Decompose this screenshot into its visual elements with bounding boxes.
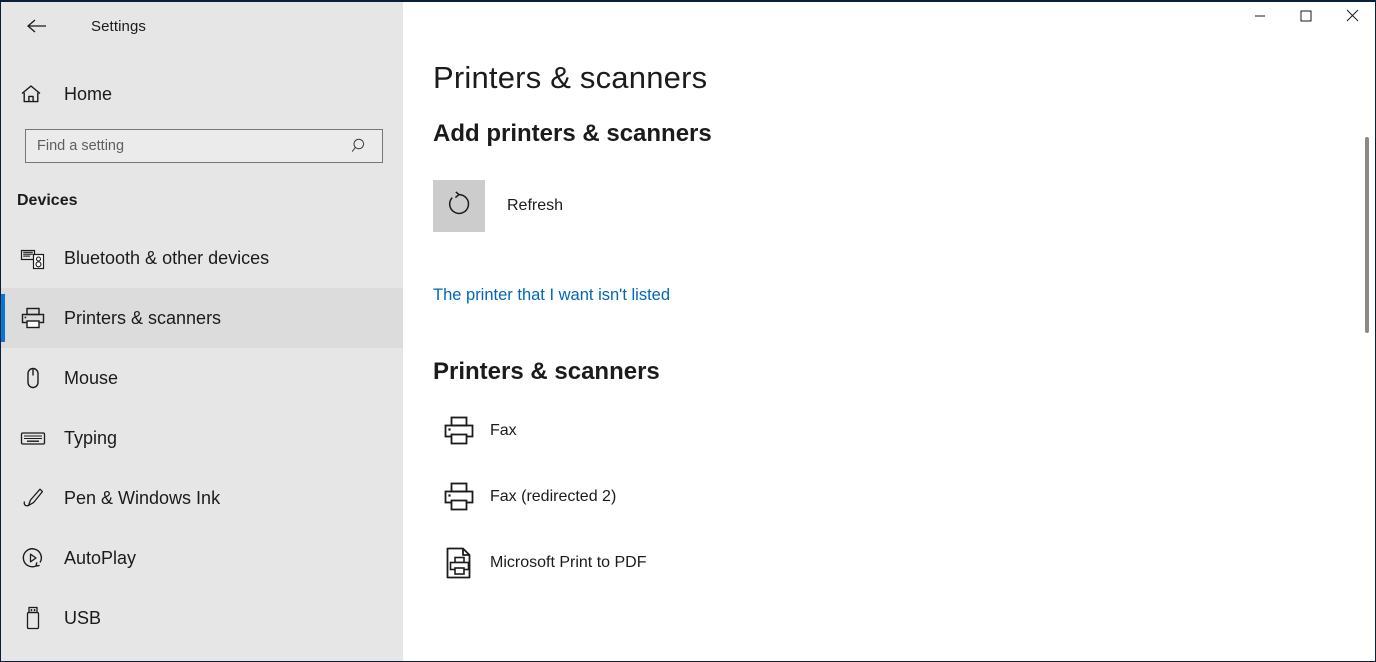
sidebar-item-label: Printers & scanners [64,307,222,328]
minimize-icon [1254,9,1266,27]
close-button[interactable] [1329,2,1375,34]
sidebar-item-label: Mouse [64,367,119,388]
keyboard-icon [20,426,50,450]
sidebar-item-typing[interactable]: Typing [1,408,403,468]
printer-icon [20,306,50,330]
printer-list-item[interactable]: Fax [433,398,537,464]
minimize-button[interactable] [1237,2,1283,34]
autoplay-icon [20,546,50,570]
refresh-button[interactable]: Refresh [433,180,563,232]
pen-icon [20,486,50,510]
sidebar-item-usb[interactable]: USB [1,588,403,648]
printer-not-listed-link[interactable]: The printer that I want isn't listed [433,286,670,305]
sidebar-item-label: Typing [64,427,118,448]
scrollbar-thumb[interactable] [1365,137,1369,333]
printer-name: Fax (redirected 2) [490,488,617,505]
usb-icon [20,606,50,630]
page-title: Printers & scanners [433,60,708,95]
printer-list-item[interactable]: Fax (redirected 2) [433,464,636,530]
refresh-label: Refresh [507,197,564,214]
settings-window: Settings Home Devices [0,0,1376,662]
title-bar: Settings [1,2,403,50]
sidebar-item-label: USB [64,607,102,628]
sidebar-item-bluetooth-other-devices[interactable]: Bluetooth & other devices [1,228,403,288]
print-to-pdf-icon [433,546,485,580]
sidebar-section-title: Devices [17,192,78,209]
sidebar-item-pen-windows-ink[interactable]: Pen & Windows Ink [1,468,403,528]
sidebar-item-label: AutoPlay [64,547,137,568]
refresh-icon [446,190,472,222]
sidebar-item-label: Pen & Windows Ink [64,487,221,508]
printer-icon [433,414,485,448]
sidebar-item-home[interactable]: Home [1,72,403,116]
sidebar-nav: Bluetooth & other devices Printers & sca… [1,228,403,648]
mouse-icon [20,366,50,390]
maximize-icon [1300,9,1312,27]
app-title: Settings [91,17,146,35]
search-input[interactable] [25,129,383,163]
printer-list-item[interactable]: Microsoft Print to PDF [433,530,666,596]
printers-list: Fax Fax (redirected 2) Microsoft Print t… [433,398,1375,596]
home-label: Home [64,83,113,104]
sidebar-item-autoplay[interactable]: AutoPlay [1,528,403,588]
printer-name: Fax [490,422,517,439]
main-content: Printers & scanners Add printers & scann… [403,2,1375,661]
sidebar-item-label: Bluetooth & other devices [64,247,270,268]
sidebar-item-mouse[interactable]: Mouse [1,348,403,408]
content-body: Printers & scanners Add printers & scann… [403,2,1375,596]
search-box [25,129,383,163]
back-button[interactable] [17,10,57,42]
sidebar: Settings Home Devices [1,2,403,661]
sidebar-item-printers-scanners[interactable]: Printers & scanners [1,288,403,348]
window-controls [1237,2,1375,34]
printer-name: Microsoft Print to PDF [490,554,647,571]
maximize-button[interactable] [1283,2,1329,34]
refresh-icon-box [433,180,485,232]
home-icon [20,84,52,104]
close-icon [1346,9,1359,27]
bluetooth-devices-icon [20,246,50,270]
vertical-scrollbar[interactable] [1364,42,1369,642]
printers-list-heading: Printers & scanners [433,358,660,385]
add-printers-heading: Add printers & scanners [433,120,712,147]
back-arrow-icon [26,17,48,35]
printer-icon [433,480,485,514]
